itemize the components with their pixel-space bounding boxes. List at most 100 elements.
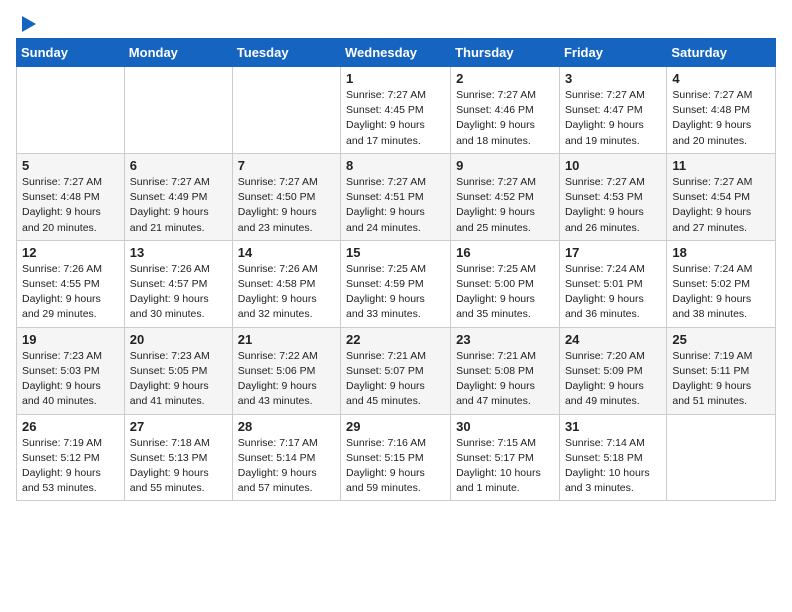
day-info: Sunrise: 7:25 AMSunset: 4:59 PMDaylight:…	[346, 262, 445, 323]
day-number: 26	[22, 419, 119, 434]
calendar-cell: 12 Sunrise: 7:26 AMSunset: 4:55 PMDayligh…	[17, 240, 125, 327]
week-row-1: 1 Sunrise: 7:27 AMSunset: 4:45 PMDaylight…	[17, 67, 776, 154]
day-info: Sunrise: 7:23 AMSunset: 5:03 PMDaylight:…	[22, 349, 119, 410]
day-info: Sunrise: 7:19 AMSunset: 5:12 PMDaylight:…	[22, 436, 119, 497]
day-number: 31	[565, 419, 661, 434]
weekday-header-wednesday: Wednesday	[341, 39, 451, 67]
weekday-header-saturday: Saturday	[667, 39, 776, 67]
calendar-cell: 22 Sunrise: 7:21 AMSunset: 5:07 PMDayligh…	[341, 327, 451, 414]
day-info: Sunrise: 7:19 AMSunset: 5:11 PMDaylight:…	[672, 349, 770, 410]
day-info: Sunrise: 7:27 AMSunset: 4:46 PMDaylight:…	[456, 88, 554, 149]
calendar-cell: 5 Sunrise: 7:27 AMSunset: 4:48 PMDaylight…	[17, 153, 125, 240]
calendar-table: SundayMondayTuesdayWednesdayThursdayFrid…	[16, 38, 776, 501]
day-number: 19	[22, 332, 119, 347]
weekday-header-monday: Monday	[124, 39, 232, 67]
calendar-cell: 24 Sunrise: 7:20 AMSunset: 5:09 PMDayligh…	[559, 327, 666, 414]
day-number: 3	[565, 71, 661, 86]
calendar-cell: 23 Sunrise: 7:21 AMSunset: 5:08 PMDayligh…	[451, 327, 560, 414]
day-info: Sunrise: 7:27 AMSunset: 4:52 PMDaylight:…	[456, 175, 554, 236]
day-number: 20	[130, 332, 227, 347]
day-info: Sunrise: 7:20 AMSunset: 5:09 PMDaylight:…	[565, 349, 661, 410]
day-info: Sunrise: 7:26 AMSunset: 4:55 PMDaylight:…	[22, 262, 119, 323]
calendar-cell	[124, 67, 232, 154]
day-info: Sunrise: 7:21 AMSunset: 5:08 PMDaylight:…	[456, 349, 554, 410]
day-number: 4	[672, 71, 770, 86]
day-number: 5	[22, 158, 119, 173]
day-number: 30	[456, 419, 554, 434]
calendar-cell: 7Sunrise: 7:27 AMSunset: 4:50 PMDaylight…	[232, 153, 340, 240]
day-info: Sunrise: 7:21 AMSunset: 5:07 PMDaylight:…	[346, 349, 445, 410]
calendar-cell: 16 Sunrise: 7:25 AMSunset: 5:00 PMDayligh…	[451, 240, 560, 327]
day-info: Sunrise: 7:22 AMSunset: 5:06 PMDaylight:…	[238, 349, 335, 410]
day-number: 25	[672, 332, 770, 347]
week-row-5: 26 Sunrise: 7:19 AMSunset: 5:12 PMDayligh…	[17, 414, 776, 501]
day-info: Sunrise: 7:23 AMSunset: 5:05 PMDaylight:…	[130, 349, 227, 410]
day-number: 8	[346, 158, 445, 173]
header	[16, 10, 776, 30]
page: SundayMondayTuesdayWednesdayThursdayFrid…	[0, 0, 792, 517]
day-number: 1	[346, 71, 445, 86]
day-number: 12	[22, 245, 119, 260]
calendar-cell: 27Sunrise: 7:18 AMSunset: 5:13 PMDayligh…	[124, 414, 232, 501]
calendar-cell: 30 Sunrise: 7:15 AMSunset: 5:17 PMDayligh…	[451, 414, 560, 501]
day-info: Sunrise: 7:27 AMSunset: 4:51 PMDaylight:…	[346, 175, 445, 236]
day-info: Sunrise: 7:27 AMSunset: 4:48 PMDaylight:…	[22, 175, 119, 236]
day-info: Sunrise: 7:25 AMSunset: 5:00 PMDaylight:…	[456, 262, 554, 323]
calendar-cell: 31 Sunrise: 7:14 AMSunset: 5:18 PMDayligh…	[559, 414, 666, 501]
day-number: 27	[130, 419, 227, 434]
day-info: Sunrise: 7:24 AMSunset: 5:01 PMDaylight:…	[565, 262, 661, 323]
calendar-cell: 3 Sunrise: 7:27 AMSunset: 4:47 PMDaylight…	[559, 67, 666, 154]
calendar-cell	[17, 67, 125, 154]
day-info: Sunrise: 7:15 AMSunset: 5:17 PMDaylight:…	[456, 436, 554, 497]
day-info: Sunrise: 7:27 AMSunset: 4:54 PMDaylight:…	[672, 175, 770, 236]
day-number: 14	[238, 245, 335, 260]
calendar-cell: 19 Sunrise: 7:23 AMSunset: 5:03 PMDayligh…	[17, 327, 125, 414]
day-number: 16	[456, 245, 554, 260]
calendar-cell: 25 Sunrise: 7:19 AMSunset: 5:11 PMDayligh…	[667, 327, 776, 414]
calendar-cell: 18 Sunrise: 7:24 AMSunset: 5:02 PMDayligh…	[667, 240, 776, 327]
weekday-header-sunday: Sunday	[17, 39, 125, 67]
day-info: Sunrise: 7:26 AMSunset: 4:57 PMDaylight:…	[130, 262, 227, 323]
calendar-cell: 26 Sunrise: 7:19 AMSunset: 5:12 PMDayligh…	[17, 414, 125, 501]
calendar-cell: 2Sunrise: 7:27 AMSunset: 4:46 PMDaylight…	[451, 67, 560, 154]
calendar-cell: 15 Sunrise: 7:25 AMSunset: 4:59 PMDayligh…	[341, 240, 451, 327]
day-info: Sunrise: 7:14 AMSunset: 5:18 PMDaylight:…	[565, 436, 661, 497]
day-number: 17	[565, 245, 661, 260]
day-number: 21	[238, 332, 335, 347]
day-info: Sunrise: 7:27 AMSunset: 4:49 PMDaylight:…	[130, 175, 227, 236]
day-number: 24	[565, 332, 661, 347]
calendar-cell: 4Sunrise: 7:27 AMSunset: 4:48 PMDaylight…	[667, 67, 776, 154]
week-row-3: 12 Sunrise: 7:26 AMSunset: 4:55 PMDayligh…	[17, 240, 776, 327]
day-info: Sunrise: 7:27 AMSunset: 4:47 PMDaylight:…	[565, 88, 661, 149]
day-number: 28	[238, 419, 335, 434]
day-number: 18	[672, 245, 770, 260]
day-info: Sunrise: 7:16 AMSunset: 5:15 PMDaylight:…	[346, 436, 445, 497]
day-number: 6	[130, 158, 227, 173]
calendar-cell: 11Sunrise: 7:27 AMSunset: 4:54 PMDayligh…	[667, 153, 776, 240]
day-number: 13	[130, 245, 227, 260]
calendar-cell: 28 Sunrise: 7:17 AMSunset: 5:14 PMDayligh…	[232, 414, 340, 501]
calendar-cell: 17 Sunrise: 7:24 AMSunset: 5:01 PMDayligh…	[559, 240, 666, 327]
calendar-cell: 9Sunrise: 7:27 AMSunset: 4:52 PMDaylight…	[451, 153, 560, 240]
day-number: 22	[346, 332, 445, 347]
week-row-4: 19 Sunrise: 7:23 AMSunset: 5:03 PMDayligh…	[17, 327, 776, 414]
calendar-cell: 6 Sunrise: 7:27 AMSunset: 4:49 PMDaylight…	[124, 153, 232, 240]
calendar-cell: 20 Sunrise: 7:23 AMSunset: 5:05 PMDayligh…	[124, 327, 232, 414]
logo	[16, 14, 40, 30]
weekday-header-friday: Friday	[559, 39, 666, 67]
weekday-header-row: SundayMondayTuesdayWednesdayThursdayFrid…	[17, 39, 776, 67]
day-number: 7	[238, 158, 335, 173]
calendar-cell: 8 Sunrise: 7:27 AMSunset: 4:51 PMDaylight…	[341, 153, 451, 240]
day-number: 23	[456, 332, 554, 347]
day-info: Sunrise: 7:27 AMSunset: 4:45 PMDaylight:…	[346, 88, 445, 149]
day-info: Sunrise: 7:17 AMSunset: 5:14 PMDaylight:…	[238, 436, 335, 497]
day-number: 10	[565, 158, 661, 173]
calendar-cell	[232, 67, 340, 154]
calendar-cell: 1 Sunrise: 7:27 AMSunset: 4:45 PMDaylight…	[341, 67, 451, 154]
day-info: Sunrise: 7:24 AMSunset: 5:02 PMDaylight:…	[672, 262, 770, 323]
weekday-header-tuesday: Tuesday	[232, 39, 340, 67]
day-info: Sunrise: 7:27 AMSunset: 4:53 PMDaylight:…	[565, 175, 661, 236]
day-number: 15	[346, 245, 445, 260]
calendar-cell: 21 Sunrise: 7:22 AMSunset: 5:06 PMDayligh…	[232, 327, 340, 414]
calendar-cell	[667, 414, 776, 501]
